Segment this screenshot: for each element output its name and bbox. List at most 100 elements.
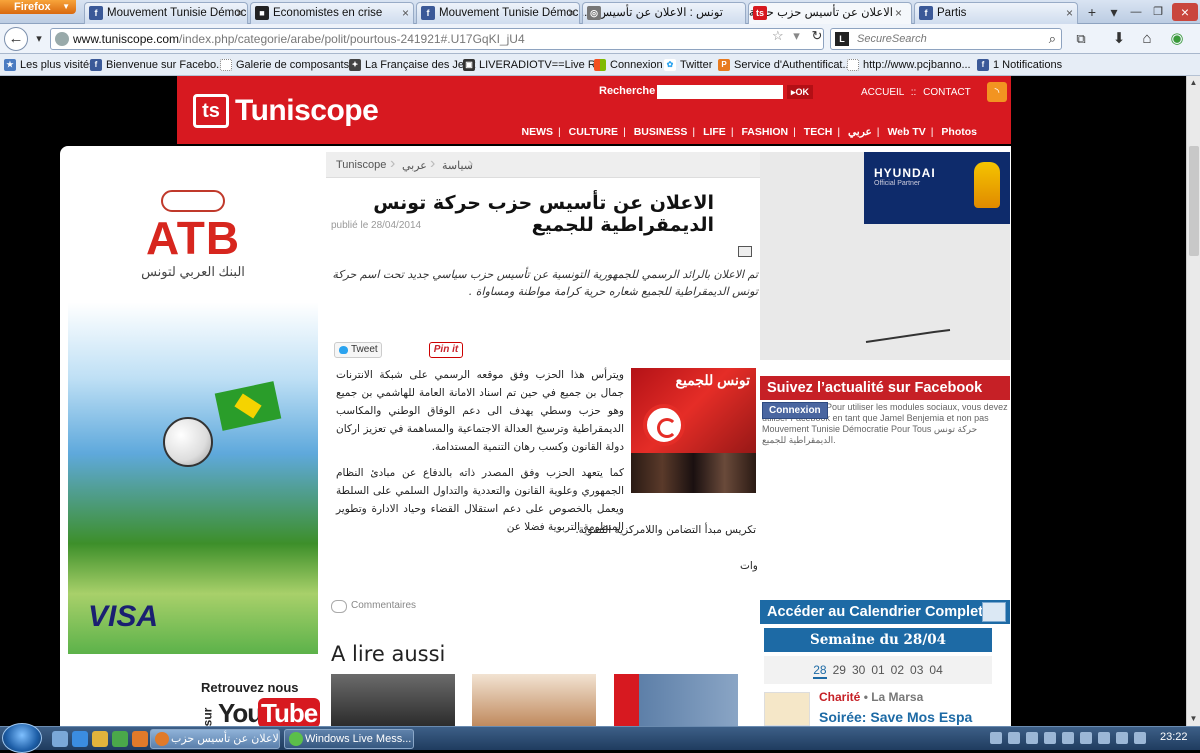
nav-fashion[interactable]: FASHION	[741, 126, 788, 138]
tab-5-active[interactable]: ts الاعلان عن تأسيس حزب حركة... ×	[748, 2, 912, 24]
bookmark-liveradio[interactable]: ▣ LIVERADIOTV==Live R...	[463, 57, 605, 73]
bookmark-notifications[interactable]: f 1 Notifications	[977, 57, 1062, 73]
bookmark-auth[interactable]: P Service d'Authentificat...	[718, 57, 852, 73]
tab-6[interactable]: f Partis ×	[914, 2, 1078, 24]
firefox-quick-icon[interactable]	[132, 731, 148, 747]
bookmark-most-visited[interactable]: ★ Les plus visités	[4, 57, 95, 73]
nav-photos[interactable]: Photos	[941, 126, 977, 138]
bookmark-facebook[interactable]: f Bienvenue sur Facebo...	[90, 57, 225, 73]
tray-icon[interactable]	[1044, 732, 1056, 744]
list-tabs-icon[interactable]: ▾	[1104, 3, 1124, 21]
tab-1[interactable]: f Mouvement Tunisie Démoc... ×	[84, 2, 248, 24]
close-window-icon[interactable]: ×	[1172, 3, 1198, 21]
home-icon[interactable]: ⌂	[1136, 28, 1158, 50]
tray-icon[interactable]	[1080, 732, 1092, 744]
home-link[interactable]: ACCUEIL	[861, 87, 904, 98]
close-icon[interactable]: ×	[236, 3, 243, 23]
taskbar-firefox[interactable]: الاعلان عن تأسيس حزب...	[150, 729, 280, 749]
taskbar-messenger[interactable]: Windows Live Mess...	[284, 729, 414, 749]
media-icon[interactable]	[112, 731, 128, 747]
pinit-button[interactable]: Pin it	[429, 342, 463, 358]
close-icon[interactable]: ×	[568, 3, 575, 23]
tweet-button[interactable]: Tweet	[334, 342, 382, 358]
contact-link[interactable]: CONTACT	[923, 87, 971, 98]
url-dropdown-icon[interactable]: ▾	[793, 28, 800, 43]
nav-arabic[interactable]: عربي	[848, 126, 872, 138]
youtube-promo[interactable]: Retrouvez nous sur You Tube	[190, 680, 321, 726]
bookmark-fdj[interactable]: ✦ La Française des Jeux	[349, 57, 476, 73]
hyundai-advertisement[interactable]: HYUNDAI Official Partner	[760, 152, 1010, 360]
sync-icon[interactable]: ◉	[1166, 28, 1188, 50]
calendar-day[interactable]: 01	[871, 663, 884, 677]
back-arrow-icon[interactable]: ←	[4, 27, 28, 51]
start-button[interactable]	[2, 723, 42, 753]
bookmark-pcjbanno[interactable]: http://www.pcjbanno...	[847, 57, 971, 73]
tray-icon[interactable]	[1098, 732, 1110, 744]
tab-2[interactable]: ■ Economistes en crise ×	[250, 2, 414, 24]
restore-icon[interactable]: ❐	[1148, 3, 1168, 21]
calendar-day[interactable]: 04	[929, 663, 942, 677]
scrollbar-thumb[interactable]	[1189, 146, 1199, 256]
nav-business[interactable]: BUSINESS	[634, 126, 688, 138]
breadcrumb-home[interactable]: Tuniscope	[336, 159, 386, 171]
bookmark-twitter[interactable]: ✿ Twitter	[664, 57, 712, 73]
new-tab-icon[interactable]: +	[1082, 3, 1102, 21]
site-logo[interactable]: ts Tuniscope	[193, 94, 379, 128]
bookmark-star-icon[interactable]: ☆	[772, 28, 784, 43]
tray-icon[interactable]	[1026, 732, 1038, 744]
calendar-day[interactable]: 30	[852, 663, 865, 677]
search-engine-icon[interactable]: L	[835, 32, 849, 46]
explorer-icon[interactable]	[92, 731, 108, 747]
article-photo[interactable]: تونس للجميع	[631, 368, 756, 493]
firefox-menu-button[interactable]: Firefox ▼	[0, 0, 76, 14]
calendar-day[interactable]: 02	[891, 663, 904, 677]
email-icon[interactable]	[738, 246, 752, 257]
event-thumbnail[interactable]	[764, 692, 810, 726]
related-thumb-2[interactable]	[472, 674, 596, 726]
reload-icon[interactable]: ↻	[811, 28, 822, 43]
site-search-button[interactable]: ▸OK	[787, 85, 814, 99]
breadcrumb-arabic[interactable]: عربي	[402, 159, 427, 172]
clock[interactable]: 23:22	[1160, 731, 1188, 743]
search-input[interactable]: L SecureSearch ⌕	[830, 28, 1062, 50]
vertical-scrollbar[interactable]: ▲ ▼	[1186, 76, 1200, 726]
network-icon[interactable]	[1116, 732, 1128, 744]
site-search-input[interactable]	[657, 85, 783, 99]
history-dropdown-icon[interactable]: ▾	[28, 28, 50, 50]
bookmark-connexion[interactable]: Connexion	[594, 57, 663, 73]
tray-icon[interactable]	[1062, 732, 1074, 744]
calendar-day[interactable]: 29	[833, 663, 846, 677]
search-icon[interactable]: ⌕	[1049, 29, 1056, 49]
download-icon[interactable]: ⬇	[1108, 28, 1130, 50]
close-icon[interactable]: ×	[1066, 3, 1073, 23]
tray-icon[interactable]	[990, 732, 1002, 744]
tray-icon[interactable]	[1008, 732, 1020, 744]
nav-webtv[interactable]: Web TV	[887, 126, 925, 138]
nav-life[interactable]: LIFE	[703, 126, 726, 138]
scroll-up-icon[interactable]: ▲	[1187, 76, 1200, 90]
nav-tech[interactable]: TECH	[804, 126, 833, 138]
url-bar[interactable]: www.tuniscope.com/index.php/categorie/ar…	[50, 28, 824, 50]
nav-news[interactable]: NEWS	[522, 126, 554, 138]
close-icon[interactable]: ×	[402, 3, 409, 23]
calendar-day[interactable]: 03	[910, 663, 923, 677]
atb-advertisement[interactable]: ATB البنك العربي لتونس VISA	[68, 152, 318, 654]
minimize-icon[interactable]: —	[1126, 3, 1146, 21]
comments-link[interactable]: Commentaires	[331, 600, 416, 613]
addon-icon[interactable]: ⧉	[1070, 28, 1092, 50]
tab-4[interactable]: ◎ تونس : الاعلان عن تأسيس ح...	[582, 2, 746, 24]
scroll-down-icon[interactable]: ▼	[1187, 712, 1200, 726]
facebook-connect-button[interactable]: Connexion	[762, 402, 828, 419]
ie-icon[interactable]	[72, 731, 88, 747]
bookmark-galerie[interactable]: Galerie de composants...	[220, 57, 358, 73]
close-icon[interactable]: ×	[895, 3, 902, 23]
site-identity-icon[interactable]	[55, 32, 69, 46]
related-thumb-3[interactable]	[614, 674, 738, 726]
show-desktop-icon[interactable]	[52, 731, 68, 747]
rss-icon[interactable]: ◝	[987, 82, 1007, 102]
related-thumb-1[interactable]	[331, 674, 455, 726]
volume-icon[interactable]	[1134, 732, 1146, 744]
nav-culture[interactable]: CULTURE	[569, 126, 618, 138]
event-title[interactable]: Soirée: Save Mos Espa	[819, 709, 972, 725]
tab-3[interactable]: f Mouvement Tunisie Démoc... ×	[416, 2, 580, 24]
